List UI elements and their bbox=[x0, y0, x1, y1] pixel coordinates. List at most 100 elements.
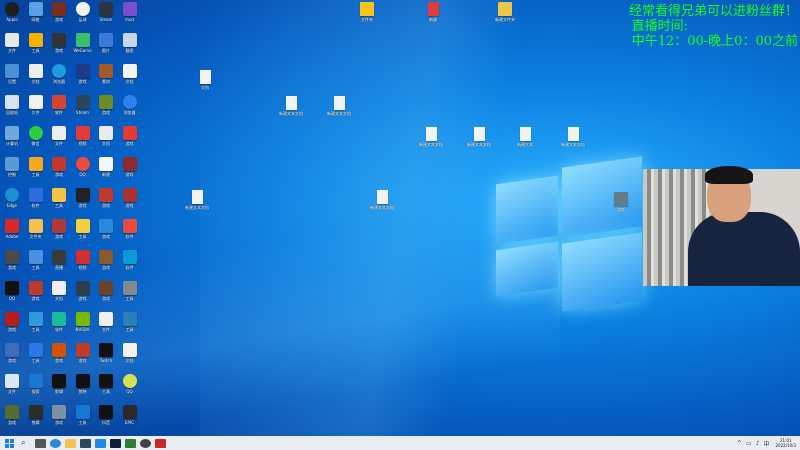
desktop-icon[interactable]: mod bbox=[119, 2, 141, 22]
desktop-icon[interactable]: 文档 bbox=[95, 126, 117, 146]
desktop-icon[interactable]: 素材 bbox=[95, 64, 117, 84]
desktop-icon[interactable]: 游戏 bbox=[48, 219, 70, 239]
volume-icon[interactable]: ♪ bbox=[756, 440, 760, 447]
desktop-icon[interactable]: WeGame bbox=[72, 33, 94, 53]
desktop-icon[interactable]: 游戏 bbox=[72, 343, 94, 363]
desktop-icon[interactable]: 视频 bbox=[72, 126, 94, 146]
desktop-icon[interactable]: 工具 bbox=[119, 312, 141, 332]
desktop-icon[interactable]: 文件 bbox=[95, 312, 117, 332]
desktop-icon[interactable]: 文档 bbox=[119, 343, 141, 363]
desktop-icon[interactable]: Edge bbox=[1, 188, 23, 208]
desktop-icon[interactable]: 直播 bbox=[48, 250, 70, 270]
desktop-icon[interactable]: 图片 bbox=[95, 33, 117, 53]
desktop-icon[interactable]: 游戏 bbox=[95, 250, 117, 270]
desktop-file[interactable]: 新建文本文档 bbox=[462, 127, 496, 147]
desktop-icon[interactable]: Twitch bbox=[95, 343, 117, 363]
desktop-icon[interactable]: 文件 bbox=[1, 33, 23, 53]
desktop-icon[interactable]: 搜索 bbox=[25, 374, 47, 394]
desktop-icon[interactable]: 软件 bbox=[25, 188, 47, 208]
desktop-icon[interactable]: 剪映 bbox=[72, 374, 94, 394]
desktop-icon[interactable]: 工具 bbox=[72, 405, 94, 425]
desktop-icon[interactable]: QQ bbox=[72, 157, 94, 177]
desktop-icon[interactable]: 工具 bbox=[119, 281, 141, 301]
desktop-icon[interactable]: 游戏 bbox=[48, 405, 70, 425]
desktop-file[interactable]: 文档 bbox=[188, 70, 222, 90]
desktop-icon[interactable]: 文件 bbox=[48, 126, 70, 146]
desktop-icon[interactable]: 游戏 bbox=[95, 219, 117, 239]
desktop-file[interactable]: 新建文本文档 bbox=[365, 190, 399, 210]
desktop-icon[interactable]: 剪辑 bbox=[25, 405, 47, 425]
desktop-icon[interactable]: 新建 bbox=[95, 157, 117, 177]
desktop-icon[interactable]: 浏览器 bbox=[119, 95, 141, 115]
desktop-file[interactable]: 新建文本文档 bbox=[322, 96, 356, 116]
desktop-icon[interactable]: 游戏 bbox=[25, 281, 47, 301]
edge-browser-icon[interactable] bbox=[50, 438, 61, 448]
app-taskbar-icon[interactable] bbox=[140, 438, 151, 448]
desktop-icon[interactable]: Adobe bbox=[1, 219, 23, 239]
desktop-icon[interactable]: 控制 bbox=[1, 157, 23, 177]
file-explorer-icon[interactable] bbox=[65, 438, 76, 448]
desktop-icon[interactable]: 游戏 bbox=[72, 281, 94, 301]
desktop-icon[interactable]: 文档 bbox=[25, 64, 47, 84]
desktop-icon[interactable]: NVIDIA bbox=[72, 312, 94, 332]
desktop-icon[interactable]: 游戏 bbox=[48, 157, 70, 177]
desktop-icon[interactable]: 视频 bbox=[72, 250, 94, 270]
app-taskbar-icon[interactable] bbox=[155, 438, 166, 448]
desktop-icon[interactable]: 游戏 bbox=[72, 188, 94, 208]
desktop-icon[interactable]: 游戏 bbox=[48, 343, 70, 363]
taskbar-clock[interactable]: 21:01 2022/10/3 bbox=[775, 438, 796, 448]
desktop-icon[interactable]: 设置 bbox=[1, 64, 23, 84]
desktop-icon[interactable]: 剪辑 bbox=[48, 374, 70, 394]
desktop-icon[interactable]: 游戏 bbox=[119, 126, 141, 146]
network-icon[interactable]: ▭ bbox=[746, 440, 752, 447]
desktop-icon[interactable]: 工具 bbox=[72, 219, 94, 239]
desktop-file[interactable]: 文件夹 bbox=[350, 2, 384, 22]
desktop-icon[interactable]: 工具 bbox=[25, 343, 47, 363]
desktop-icon[interactable]: Apple bbox=[1, 2, 23, 22]
task-view-icon[interactable] bbox=[35, 438, 46, 448]
desktop-file[interactable]: 游戏 bbox=[604, 192, 638, 212]
desktop-icon[interactable]: Steam bbox=[95, 2, 117, 22]
desktop-icon[interactable]: 游戏 bbox=[1, 343, 23, 363]
desktop-icon[interactable]: 回收站 bbox=[1, 95, 23, 115]
desktop-icon[interactable]: 游戏 bbox=[119, 157, 141, 177]
desktop-icon[interactable]: QQ bbox=[119, 374, 141, 394]
desktop-icon[interactable]: 工具 bbox=[95, 374, 117, 394]
desktop-icon[interactable]: 游戏 bbox=[1, 250, 23, 270]
desktop-icon[interactable]: 工具 bbox=[25, 33, 47, 53]
desktop-icon[interactable]: EPIC bbox=[119, 405, 141, 425]
desktop-icon[interactable]: 网络 bbox=[25, 2, 47, 22]
chevron-up-icon[interactable]: ^ bbox=[737, 440, 742, 447]
desktop-icon[interactable]: 游戏 bbox=[119, 188, 141, 208]
desktop-icon[interactable]: 游戏 bbox=[95, 188, 117, 208]
desktop-icon[interactable]: 文件 bbox=[1, 374, 23, 394]
desktop-icon[interactable]: 文件夹 bbox=[25, 219, 47, 239]
desktop-icon[interactable]: 游戏 bbox=[95, 281, 117, 301]
desktop-file[interactable]: 新建文件夹 bbox=[488, 2, 522, 22]
desktop-file[interactable]: 新建文本 bbox=[508, 127, 542, 147]
desktop-icon[interactable]: 截图 bbox=[119, 33, 141, 53]
desktop-icon[interactable]: 软件 bbox=[119, 219, 141, 239]
input-method-icon[interactable]: 中 bbox=[763, 439, 769, 448]
desktop-icon[interactable]: QQ bbox=[1, 281, 23, 301]
search-icon[interactable]: ⌕ bbox=[21, 438, 31, 448]
desktop-icon[interactable]: 游戏 bbox=[1, 312, 23, 332]
desktop-icon[interactable]: 工具 bbox=[25, 250, 47, 270]
app-taskbar-icon[interactable] bbox=[95, 438, 106, 448]
desktop-icon[interactable]: 游戏 bbox=[48, 2, 70, 22]
desktop-icon[interactable]: 工具 bbox=[25, 312, 47, 332]
desktop-icon[interactable]: 软件 bbox=[48, 95, 70, 115]
desktop-file[interactable]: 新建 bbox=[416, 2, 450, 22]
desktop-icon[interactable]: 软件 bbox=[48, 312, 70, 332]
desktop-icon[interactable]: 软件 bbox=[119, 250, 141, 270]
desktop-icon[interactable]: 足球 bbox=[72, 2, 94, 22]
desktop-icon[interactable]: 文件 bbox=[25, 95, 47, 115]
desktop-icon[interactable]: 计算机 bbox=[1, 126, 23, 146]
desktop-icon[interactable]: Steam bbox=[72, 95, 94, 115]
steam-taskbar-icon[interactable] bbox=[80, 438, 91, 448]
desktop-icon[interactable]: 工具 bbox=[48, 188, 70, 208]
desktop-icon[interactable]: 浏览器 bbox=[48, 64, 70, 84]
desktop-icon[interactable]: 抖音 bbox=[95, 405, 117, 425]
desktop-icon[interactable]: 文档 bbox=[119, 64, 141, 84]
windows-start-icon[interactable] bbox=[4, 438, 15, 448]
